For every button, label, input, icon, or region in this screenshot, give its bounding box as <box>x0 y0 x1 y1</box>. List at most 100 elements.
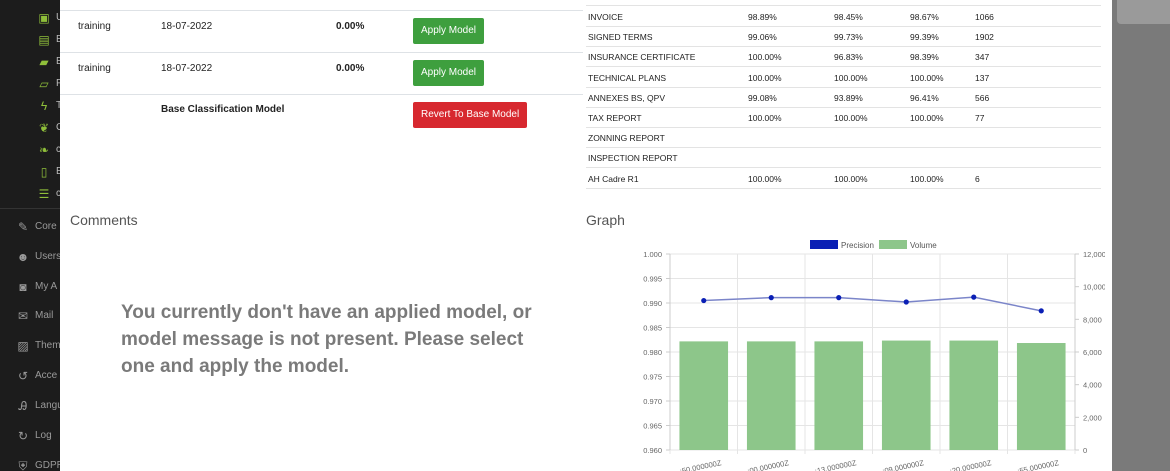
sidebar-item-label: GDPR <box>35 460 60 471</box>
sidebar-item-label: Mail <box>35 310 54 321</box>
model-type: training <box>78 21 111 32</box>
leaf-alt-icon: ❧ <box>38 143 50 157</box>
revert-base-model-button[interactable]: Revert To Base Model <box>413 102 528 128</box>
apply-model-button[interactable]: Apply Model <box>413 60 485 86</box>
mail-icon: ✉ <box>17 309 29 323</box>
sidebar-subitem[interactable]: ▤ E <box>0 29 60 51</box>
sidebar-subitem[interactable]: ▱ F <box>0 73 60 95</box>
sidebar-item[interactable]: ↻ Log <box>0 425 60 447</box>
bolt-icon: ϟ <box>40 99 48 113</box>
log-icon: ↻ <box>17 429 29 443</box>
user-card-icon: ▣ <box>38 11 50 25</box>
sidebar-subitem[interactable]: ☰ c <box>0 183 60 205</box>
sidebar-item[interactable]: ⛨ GDPR <box>0 455 60 471</box>
model-date: 18-07-2022 <box>161 21 213 32</box>
x-tick-label: :00.000000Z <box>747 458 790 471</box>
precision-point <box>1038 308 1044 314</box>
volume-bar <box>746 341 796 450</box>
file-icon: ▯ <box>40 165 48 179</box>
base-model-label: Base Classification Model <box>161 104 285 115</box>
sidebar-item[interactable]: ▨ Them <box>0 335 60 357</box>
sidebar-item[interactable]: ↺ Acce <box>0 365 60 387</box>
y-left-tick-label: 1.000 <box>643 250 662 259</box>
apply-model-button[interactable]: Apply Model <box>413 18 485 44</box>
table-row <box>586 0 1101 6</box>
sidebar-item-label: Acce <box>35 370 58 381</box>
class-name: INVOICE <box>588 12 623 22</box>
sidebar-item-label: My A <box>35 281 58 292</box>
precision-point <box>768 295 774 301</box>
legend-precision-swatch <box>810 240 838 249</box>
f1-value: 100.00% <box>910 72 944 83</box>
y-left-tick-label: 0.985 <box>643 324 662 333</box>
recall-value: 99.73% <box>834 32 863 43</box>
table-row: INSPECTION REPORT <box>586 148 1101 169</box>
table-row: ZONNING REPORT <box>586 128 1101 149</box>
sidebar-item-label: Langu <box>35 400 60 411</box>
recall-value: 100.00% <box>834 113 868 123</box>
sidebar-subitem[interactable]: ❦ G <box>0 117 60 139</box>
y-left-tick-label: 0.995 <box>643 275 662 284</box>
volume-bar <box>881 340 931 450</box>
x-tick-label: :50.000000Z <box>679 458 722 471</box>
y-right-tick-label: 6,000 <box>1083 348 1102 357</box>
x-tick-label: :55.000000Z <box>1017 458 1060 471</box>
model-score: 0.00% <box>336 63 365 74</box>
model-date: 18-07-2022 <box>161 63 213 74</box>
table-row: ANNEXES BS, QPV 99.08% 93.89% 96.41% 566 <box>586 88 1101 108</box>
model-score: 0.00% <box>336 21 365 32</box>
class-name: INSPECTION REPORT <box>588 153 678 164</box>
legend-volume-swatch <box>879 240 907 249</box>
table-row <box>60 0 583 11</box>
table-row: TECHNICAL PLANS 100.00% 100.00% 100.00% 137 <box>586 68 1101 88</box>
sidebar: ▣ U ▤ E ▰ E ▱ Fϟ T ❦ G ❧ c ▯ E ☰ c ✎ Core ☻ Users ◙ My A ✉ Mail ▨… <box>0 0 60 471</box>
volume-value: 1066 <box>975 12 994 22</box>
sidebar-subitem[interactable]: ▣ U <box>0 7 60 29</box>
history-icon: ↺ <box>17 369 29 383</box>
y-left-tick-label: 0.960 <box>643 446 662 455</box>
recall-value: 93.89% <box>834 92 863 103</box>
sidebar-subitem[interactable]: ▯ E <box>0 161 60 183</box>
f1-value: 99.39% <box>910 32 939 43</box>
recall-value: 100.00% <box>834 72 868 83</box>
background-page <box>1112 0 1170 471</box>
precision-point <box>971 294 977 300</box>
sidebar-item-label: Users <box>35 251 60 262</box>
volume-value: 566 <box>975 92 990 103</box>
model-type: training <box>78 63 111 74</box>
shield-icon: ⛨ <box>18 459 28 471</box>
sidebar-item[interactable]: Ꭿ Langu <box>0 395 60 417</box>
recall-value: 100.00% <box>834 173 868 184</box>
sidebar-item-label: Log <box>35 430 52 441</box>
x-tick-label: :09.000000Z <box>882 458 925 471</box>
precision-value: 100.00% <box>748 113 782 123</box>
sidebar-subitem[interactable]: ϟT <box>0 95 60 117</box>
sidebar-item[interactable]: ✎ Core <box>0 216 60 238</box>
sidebar-item[interactable]: ☻ Users <box>0 246 60 268</box>
y-right-tick-label: 4,000 <box>1083 381 1102 390</box>
language-icon: Ꭿ <box>18 399 28 413</box>
f1-value: 98.67% <box>910 12 939 22</box>
users-icon: ☻ <box>16 250 30 264</box>
f1-value: 100.00% <box>910 113 944 123</box>
volume-bar <box>1016 343 1066 450</box>
leaf-icon: ❦ <box>38 121 50 135</box>
y-left-tick-label: 0.965 <box>643 422 662 431</box>
y-right-tick-label: 10,000 <box>1083 283 1105 292</box>
recall-value: 96.83% <box>834 52 863 63</box>
volume-value: 6 <box>975 173 980 184</box>
sidebar-subitem[interactable]: ▰ E <box>0 51 60 73</box>
id-card-icon: ▤ <box>38 33 50 47</box>
sidebar-subitem[interactable]: ❧ c <box>0 139 60 161</box>
volume-bar <box>679 341 729 450</box>
sidebar-item[interactable]: ✉ Mail <box>0 305 60 327</box>
sidebar-item-label: Core <box>35 221 57 232</box>
sidebar-item[interactable]: ◙ My A <box>0 276 60 298</box>
precision-value: 98.89% <box>748 12 777 22</box>
volume-bar <box>814 341 864 450</box>
y-right-tick-label: 2,000 <box>1083 413 1102 422</box>
table-row: Base Classification Model Revert To Base… <box>60 95 583 137</box>
table-row: INVOICE 98.89% 98.45% 98.67% 1066 <box>586 7 1101 27</box>
table-row: training 18-07-2022 0.00% Apply Model <box>60 11 583 53</box>
wrench-icon: ✎ <box>17 220 29 234</box>
